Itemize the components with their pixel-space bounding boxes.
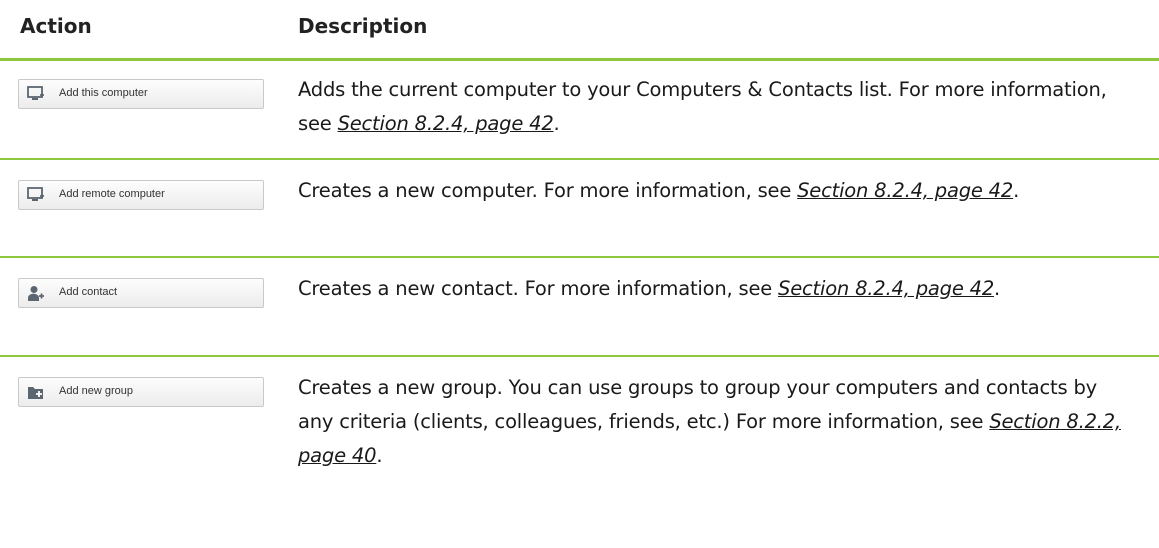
description-text: Creates a new group. You can use groups … <box>298 376 1097 433</box>
row-description: Adds the current computer to your Comput… <box>298 73 1138 141</box>
description-end: . <box>994 277 1001 300</box>
header-action: Action <box>20 14 92 38</box>
monitor-plus-icon <box>27 187 44 201</box>
description-text: Creates a new contact. For more informat… <box>298 277 779 300</box>
add-remote-computer-button[interactable]: Add remote computer <box>18 180 264 210</box>
row-description: Creates a new computer. For more informa… <box>298 174 1138 208</box>
add-contact-button[interactable]: Add contact <box>18 278 264 308</box>
row-description: Creates a new contact. For more informat… <box>298 272 1138 306</box>
row-description: Creates a new group. You can use groups … <box>298 371 1138 473</box>
section-link[interactable]: Section 8.2.4, page 42 <box>338 112 554 135</box>
add-this-computer-button[interactable]: Add this computer <box>18 79 264 109</box>
monitor-plus-icon <box>27 86 44 100</box>
table-row: Add remote computer Creates a new comput… <box>0 160 1159 258</box>
button-label: Add remote computer <box>59 188 165 200</box>
table-row: Add this computer Adds the current compu… <box>0 61 1159 160</box>
folder-plus-icon <box>28 387 43 399</box>
button-label: Add this computer <box>59 87 148 99</box>
button-label: Add contact <box>59 286 118 298</box>
table-header: Action Description <box>0 0 1159 61</box>
description-end: . <box>1013 179 1020 202</box>
section-link[interactable]: Section 8.2.4, page 42 <box>778 277 994 300</box>
person-plus-icon <box>28 286 44 301</box>
header-description: Description <box>298 14 428 38</box>
description-text: Creates a new computer. For more informa… <box>298 179 798 202</box>
table-row: Add new group Creates a new group. You c… <box>0 357 1159 497</box>
button-label: Add new group <box>59 385 133 397</box>
section-link[interactable]: Section 8.2.4, page 42 <box>797 179 1013 202</box>
description-end: . <box>553 112 560 135</box>
table-row: Add contact Creates a new contact. For m… <box>0 258 1159 357</box>
description-end: . <box>376 444 383 467</box>
add-new-group-button[interactable]: Add new group <box>18 377 264 407</box>
